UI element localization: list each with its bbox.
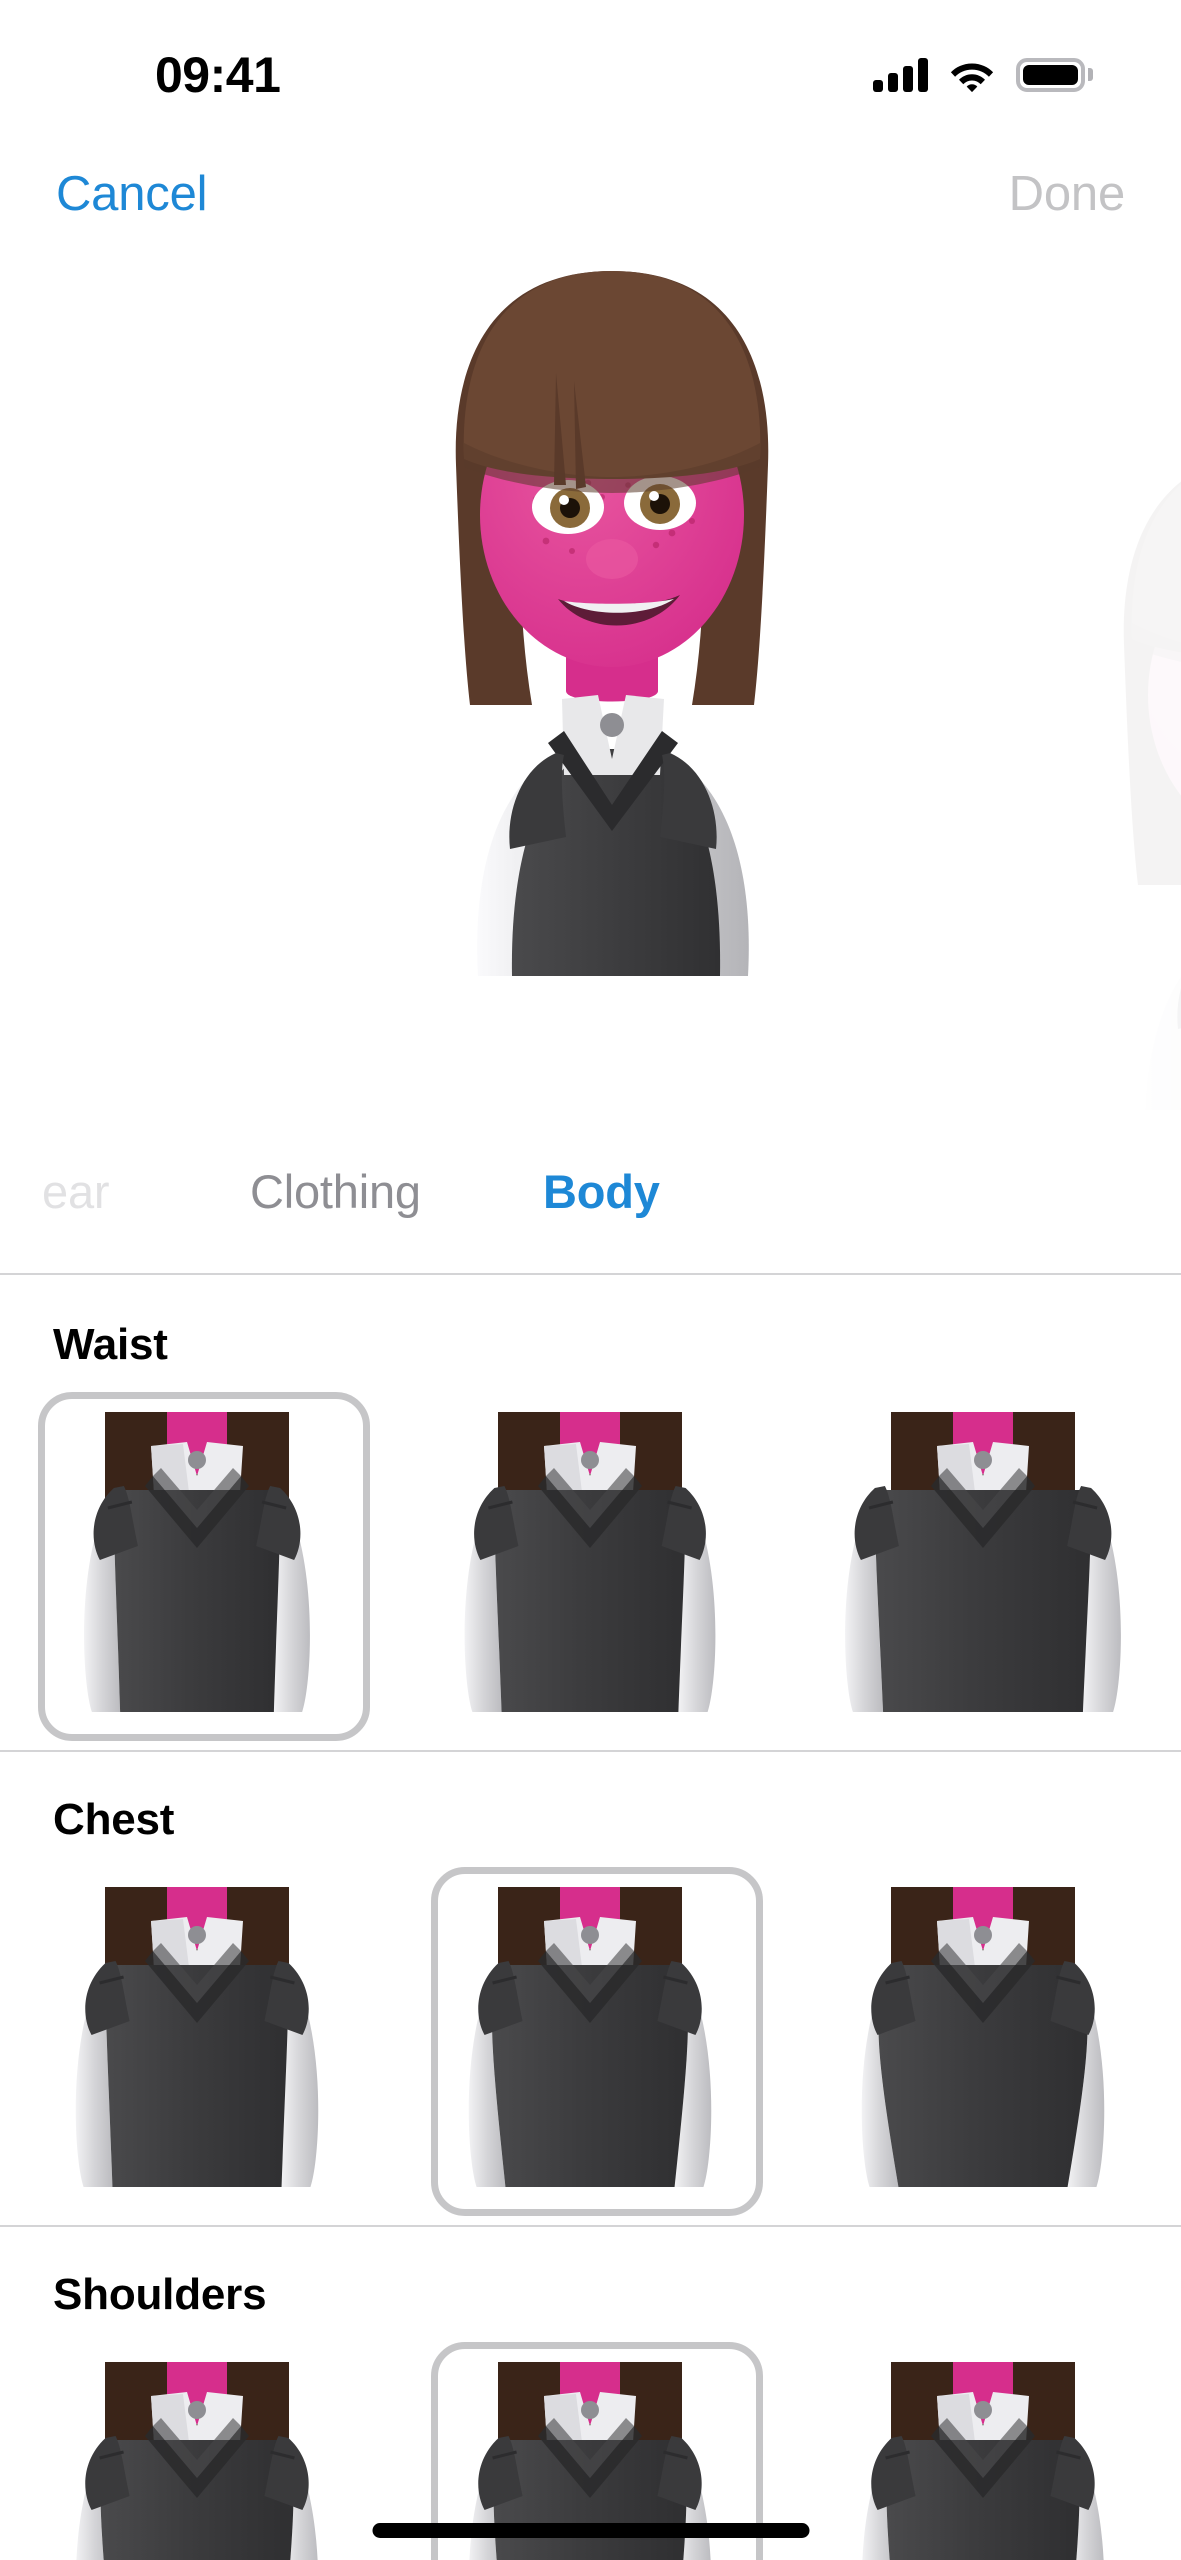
status-bar: 09:41 [0, 0, 1181, 135]
avatar-preview-area[interactable] [0, 253, 1181, 1110]
waist-option-2[interactable] [393, 1392, 786, 1732]
option-row [0, 1845, 1181, 2216]
memoji-avatar-next-peek[interactable] [1028, 433, 1181, 1110]
shoulders-option-1[interactable] [0, 2342, 393, 2560]
wifi-icon [950, 63, 994, 92]
cancel-button[interactable]: Cancel [56, 169, 208, 219]
shoulders-option-3[interactable] [786, 2342, 1179, 2560]
cellular-signal-icon [873, 57, 928, 92]
tab-headwear[interactable]: ear [42, 1164, 110, 1219]
option-sections-scroll[interactable]: Waist Chest Shoulders [0, 1277, 1181, 2560]
waist-option-3[interactable] [786, 1392, 1179, 1732]
battery-full-icon [1016, 57, 1093, 92]
option-section-waist: Waist [0, 1277, 1181, 1752]
category-tab-bar[interactable]: ear Clothing Body [0, 1110, 1181, 1275]
memoji-editor-screen: 09:41 Cancel Done ear Clothing Body Wais… [0, 0, 1181, 2560]
chest-option-3[interactable] [786, 1867, 1179, 2207]
navigation-bar: Cancel Done [0, 135, 1181, 253]
chest-option-2[interactable] [393, 1867, 786, 2216]
chest-option-1[interactable] [0, 1867, 393, 2207]
section-title: Shoulders [53, 2270, 267, 2319]
tab-body[interactable]: Body [543, 1164, 660, 1219]
section-title: Chest [53, 1795, 175, 1844]
option-section-chest: Chest [0, 1752, 1181, 2227]
status-time: 09:41 [155, 46, 281, 103]
tab-clothing[interactable]: Clothing [250, 1164, 421, 1219]
section-title: Waist [53, 1320, 168, 1369]
waist-option-1[interactable] [0, 1392, 393, 1741]
done-button[interactable]: Done [1009, 169, 1126, 219]
memoji-avatar-preview[interactable] [360, 253, 865, 976]
home-indicator [372, 2523, 809, 2538]
option-section-shoulders: Shoulders [0, 2227, 1181, 2560]
status-icons [873, 57, 1093, 92]
option-row [0, 1370, 1181, 1741]
